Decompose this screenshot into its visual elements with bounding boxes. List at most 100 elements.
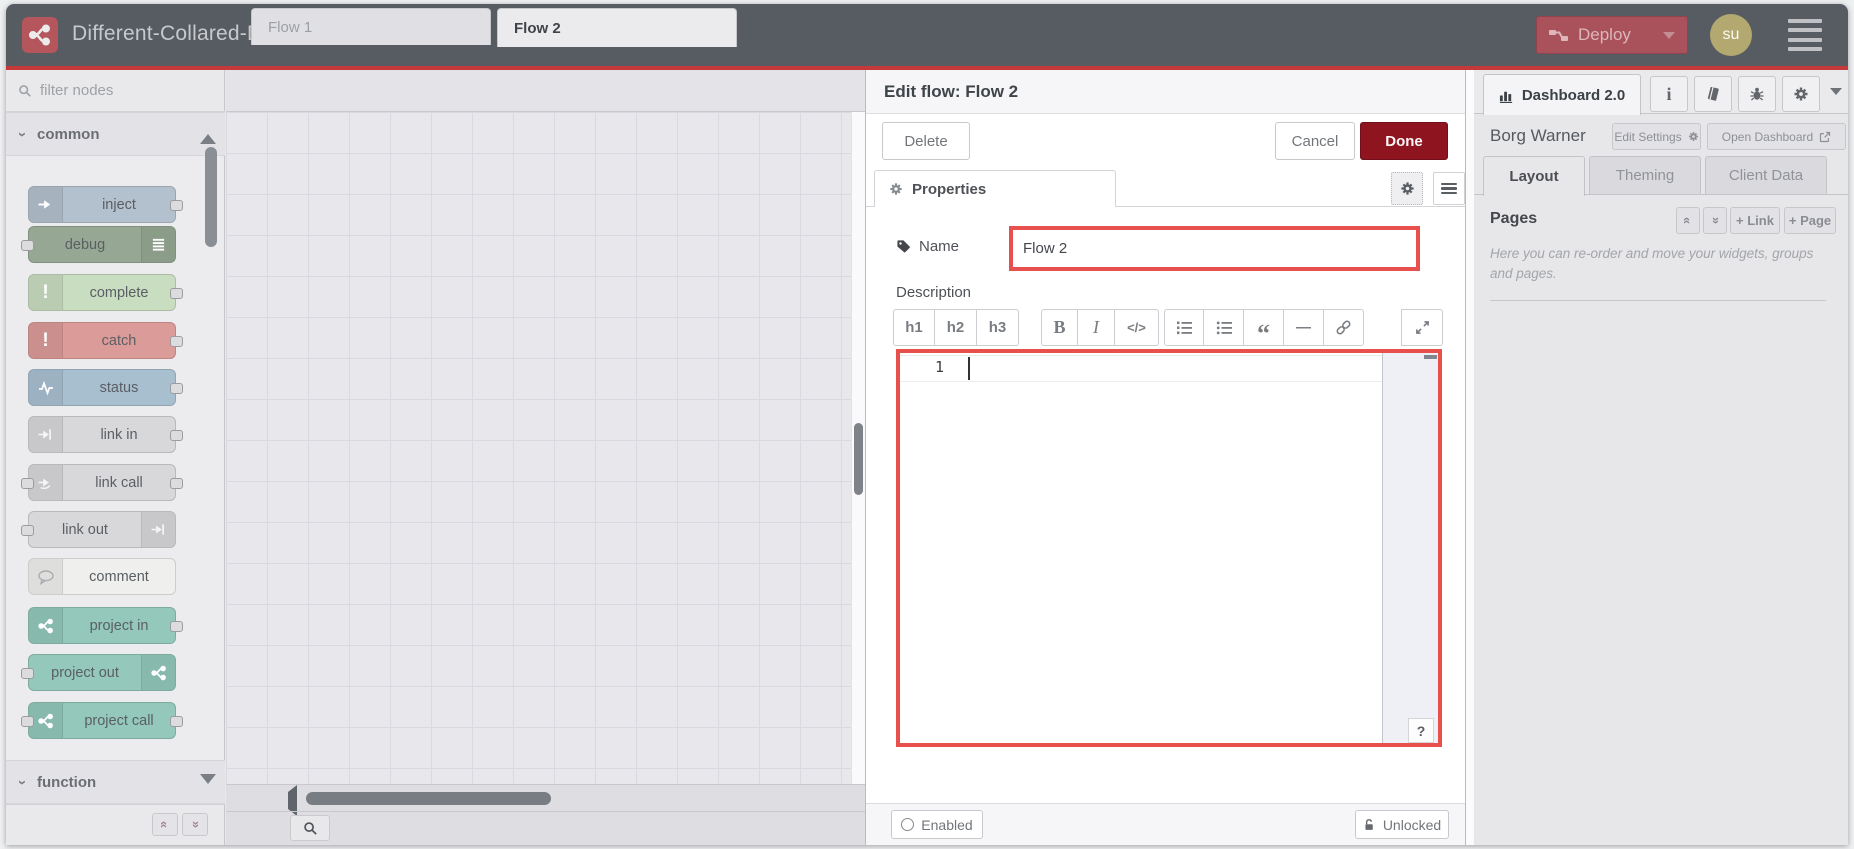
palette-node-catch[interactable]: ! catch	[28, 322, 183, 359]
palette-category-common[interactable]: › common	[6, 112, 225, 156]
palette-node-project-call[interactable]: project call	[21, 702, 183, 739]
editor-scroll-thumb[interactable]	[1424, 355, 1437, 359]
add-page-button[interactable]: + Page	[1784, 207, 1836, 234]
bold-button[interactable]: B	[1041, 309, 1078, 346]
settings-gear-button[interactable]	[1782, 76, 1820, 112]
deploy-button[interactable]: Deploy	[1536, 16, 1688, 54]
palette-node-complete[interactable]: ! complete	[28, 274, 183, 311]
name-label: Name	[896, 238, 959, 255]
node-settings-button[interactable]	[1391, 172, 1423, 205]
code-button[interactable]: </>	[1115, 309, 1159, 346]
node-port	[21, 240, 34, 251]
tab-dashboard-2[interactable]: Dashboard 2.0	[1483, 74, 1641, 115]
pages-move-up-button[interactable]: «	[1676, 207, 1700, 234]
link-arrow-icon	[29, 417, 63, 452]
inject-icon	[29, 187, 63, 222]
chevron-down-icon: ›	[14, 131, 31, 137]
ordered-list-icon[interactable]	[1164, 309, 1204, 346]
tab-theming[interactable]: Theming	[1589, 156, 1701, 195]
tab-flow-2[interactable]: Flow 2	[497, 8, 737, 47]
editor-help-button[interactable]: ?	[1408, 718, 1434, 743]
tab-flow-1[interactable]: Flow 1	[251, 8, 491, 45]
editor-scroll-track[interactable]	[1382, 353, 1438, 743]
palette-scroll-down-icon[interactable]	[200, 774, 216, 802]
main-menu-button[interactable]	[1788, 19, 1822, 51]
palette-node-link-out[interactable]: link out	[21, 511, 176, 548]
canvas-zoom-search-button[interactable]	[290, 815, 330, 841]
pages-section-title: Pages	[1490, 210, 1538, 227]
unordered-list-icon[interactable]	[1204, 309, 1244, 346]
palette-expand-all-button[interactable]: «	[182, 813, 208, 836]
palette-scroll-up-icon[interactable]	[200, 117, 216, 144]
palette-node-link-in[interactable]: link in	[28, 416, 183, 453]
debug-icon	[141, 227, 175, 262]
palette-node-project-in[interactable]: project in	[28, 607, 183, 644]
edit-settings-button[interactable]: Edit Settings	[1612, 123, 1701, 150]
palette-filter-input[interactable]	[40, 82, 190, 99]
palette-node-link-call[interactable]: link call	[21, 464, 183, 501]
node-red-window: Different-Collared-Dove-4521 Deploy su ›…	[6, 4, 1848, 845]
flow-enabled-toggle[interactable]: Enabled	[891, 810, 983, 839]
link-arrow-icon	[141, 512, 175, 547]
delete-button[interactable]: Delete	[882, 122, 970, 160]
add-link-button[interactable]: + Link	[1730, 207, 1780, 234]
palette-search[interactable]	[6, 70, 225, 112]
h3-button[interactable]: h3	[977, 309, 1019, 346]
open-dashboard-button[interactable]: Open Dashboard	[1707, 123, 1846, 150]
canvas-hscroll-thumb[interactable]	[306, 792, 551, 805]
tab-properties[interactable]: Properties	[874, 170, 1116, 207]
flow-name-input[interactable]	[1013, 230, 1416, 267]
deploy-label: Deploy	[1578, 25, 1631, 44]
debug-bug-button[interactable]	[1738, 76, 1776, 112]
user-avatar[interactable]: su	[1710, 14, 1752, 56]
palette-category-function[interactable]: › function	[6, 760, 225, 804]
node-red-logo-icon	[29, 703, 63, 738]
expand-icon[interactable]	[1401, 309, 1443, 346]
text-style-button-group: B I </>	[1041, 309, 1159, 346]
tab-client-data[interactable]: Client Data	[1705, 156, 1827, 195]
bar-chart-icon	[1499, 88, 1514, 103]
editor-text-cursor	[968, 357, 970, 380]
link-icon[interactable]	[1324, 309, 1364, 346]
edit-flow-panel: Edit flow: Flow 2 Delete Cancel Done Pro…	[865, 70, 1466, 845]
panel-sidebar-splitter[interactable]	[1466, 70, 1474, 845]
description-editor[interactable]: 1	[896, 349, 1442, 747]
pages-move-down-button[interactable]: «	[1703, 207, 1727, 234]
flow-canvas[interactable]	[226, 112, 865, 784]
palette-node-inject[interactable]: inject	[28, 186, 183, 223]
palette-node-comment[interactable]: comment	[28, 558, 176, 595]
right-sidebar: Dashboard 2.0 i Borg Warner Edit Setting…	[1474, 70, 1848, 845]
help-book-button[interactable]	[1694, 76, 1732, 112]
quote-icon[interactable]: “	[1244, 309, 1284, 346]
list-view-button[interactable]	[1433, 172, 1465, 205]
palette-node-status[interactable]: status	[28, 369, 183, 406]
h2-button[interactable]: h2	[935, 309, 977, 346]
horizontal-rule-icon[interactable]: —	[1284, 309, 1324, 346]
palette-scrollbar[interactable]	[205, 147, 217, 247]
sidebar-menu-caret-icon[interactable]	[1830, 88, 1842, 95]
italic-button[interactable]: I	[1078, 309, 1115, 346]
palette-node-project-out[interactable]: project out	[21, 654, 176, 691]
scroll-left-icon[interactable]	[288, 785, 297, 816]
canvas-vertical-scrollbar[interactable]	[851, 112, 865, 784]
gear-icon	[1688, 131, 1699, 142]
canvas-vscroll-thumb[interactable]	[854, 423, 863, 495]
info-button[interactable]: i	[1650, 76, 1688, 112]
editor-line-number: 1	[934, 358, 944, 376]
deploy-caret-icon[interactable]	[1663, 31, 1675, 39]
tab-layout[interactable]: Layout	[1483, 156, 1585, 196]
heading-button-group: h1 h2 h3	[893, 309, 1019, 346]
flow-locked-toggle[interactable]: Unlocked	[1355, 810, 1449, 839]
status-icon	[29, 370, 63, 405]
expand-group	[1401, 309, 1443, 346]
palette-collapse-all-button[interactable]: «	[152, 813, 178, 836]
palette-node-debug[interactable]: debug	[21, 226, 176, 263]
chevron-down-icon: ›	[14, 779, 31, 785]
done-button[interactable]: Done	[1360, 122, 1448, 160]
editor-active-line	[900, 355, 1438, 382]
cancel-button[interactable]: Cancel	[1275, 122, 1355, 160]
flow-name-field-highlight	[1009, 226, 1420, 271]
h1-button[interactable]: h1	[893, 309, 935, 346]
description-label: Description	[896, 284, 972, 301]
description-editor-highlight: 1	[896, 349, 1442, 747]
